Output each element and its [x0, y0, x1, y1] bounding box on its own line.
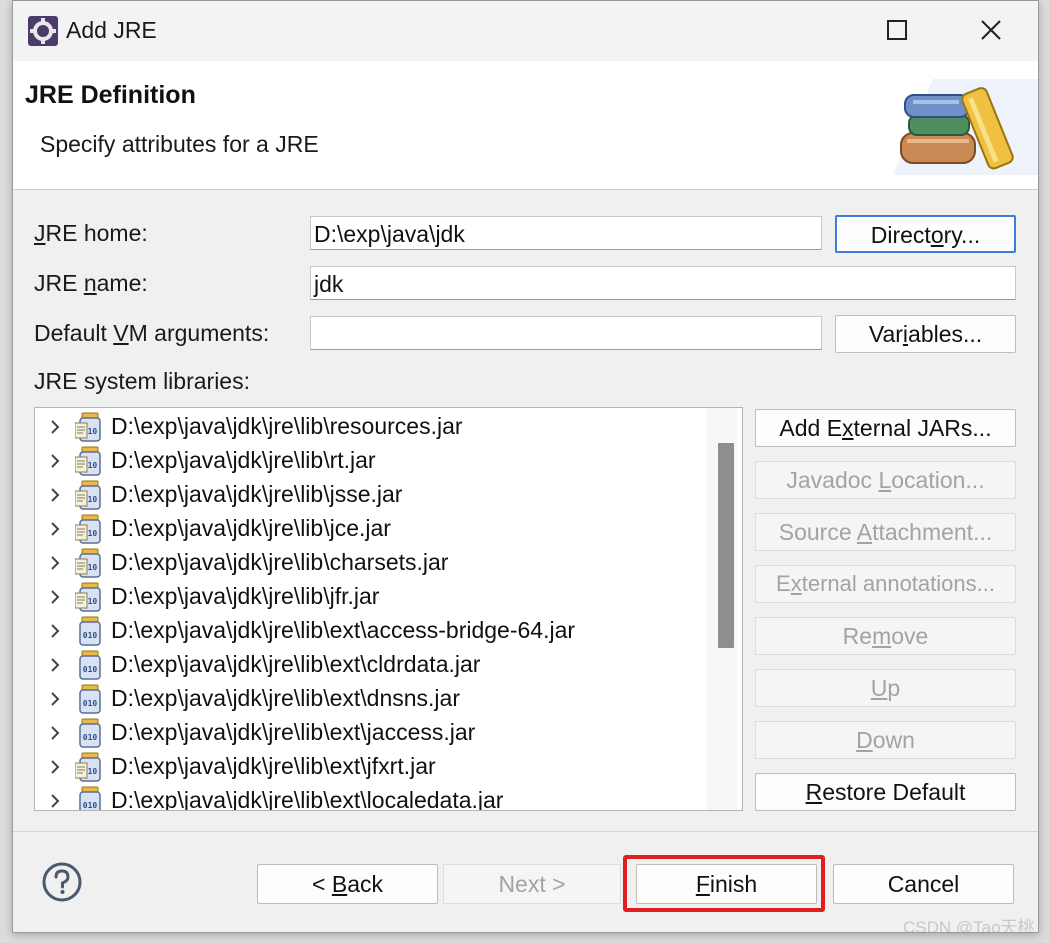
- jar-source-icon: 010: [75, 548, 101, 578]
- jre-name-input[interactable]: jdk: [310, 266, 1016, 300]
- variables-button[interactable]: Variables...: [835, 315, 1016, 353]
- help-icon[interactable]: [41, 861, 83, 903]
- svg-text:010: 010: [83, 665, 98, 674]
- javadoc-location-button[interactable]: Javadoc Location...: [755, 461, 1016, 499]
- source-attachment-button[interactable]: Source Attachment...: [755, 513, 1016, 551]
- library-row[interactable]: 010 D:\exp\java\jdk\jre\lib\charsets.jar: [35, 546, 715, 580]
- remove-button[interactable]: Remove: [755, 617, 1016, 655]
- jar-binary-icon: 010: [79, 650, 101, 680]
- library-row[interactable]: 010 D:\exp\java\jdk\jre\lib\resources.jar: [35, 410, 715, 444]
- vm-arguments-label: Default VM arguments:: [34, 320, 270, 346]
- jar-source-icon: 010: [75, 582, 101, 612]
- back-button[interactable]: < Back: [257, 864, 438, 904]
- maximize-button[interactable]: [869, 7, 925, 53]
- chevron-right-icon[interactable]: [45, 689, 65, 709]
- jar-binary-icon: 010: [79, 786, 101, 810]
- library-path: D:\exp\java\jdk\jre\lib\rt.jar: [111, 447, 376, 473]
- up-button[interactable]: Up: [755, 669, 1016, 707]
- system-libraries-label: JRE system libraries:: [34, 368, 250, 394]
- library-row[interactable]: 010 D:\exp\java\jdk\jre\lib\ext\cldrdata.…: [35, 648, 715, 682]
- chevron-right-icon[interactable]: [45, 451, 65, 471]
- vm-arguments-input[interactable]: [310, 316, 822, 350]
- chevron-right-icon[interactable]: [45, 485, 65, 505]
- chevron-right-icon[interactable]: [45, 417, 65, 437]
- watermark: CSDN @Tao天桃: [903, 918, 1035, 933]
- library-path: D:\exp\java\jdk\jre\lib\jfr.jar: [111, 583, 380, 609]
- chevron-right-icon[interactable]: [45, 757, 65, 777]
- jre-name-label: JRE name:: [34, 270, 148, 296]
- library-path: D:\exp\java\jdk\jre\lib\ext\jaccess.jar: [111, 719, 476, 745]
- chevron-right-icon[interactable]: [45, 791, 65, 811]
- library-path: D:\exp\java\jdk\jre\lib\ext\localedata.j…: [111, 787, 504, 811]
- finish-highlight-box: [623, 855, 825, 912]
- library-path: D:\exp\java\jdk\jre\lib\ext\dnsns.jar: [111, 685, 460, 711]
- add-jre-dialog: Add JRE JRE Definition Specify attribute…: [12, 0, 1039, 933]
- chevron-right-icon[interactable]: [45, 587, 65, 607]
- svg-text:010: 010: [83, 699, 98, 708]
- chevron-right-icon[interactable]: [45, 553, 65, 573]
- chevron-right-icon[interactable]: [45, 723, 65, 743]
- chevron-right-icon[interactable]: [45, 655, 65, 675]
- jar-binary-icon: 010: [79, 616, 101, 646]
- cancel-button[interactable]: Cancel: [833, 864, 1014, 904]
- svg-text:010: 010: [83, 631, 98, 640]
- chevron-right-icon[interactable]: [45, 621, 65, 641]
- external-annotations-button[interactable]: External annotations...: [755, 565, 1016, 603]
- library-row[interactable]: 010 D:\exp\java\jdk\jre\lib\jsse.jar: [35, 478, 715, 512]
- jar-source-icon: 010: [75, 412, 101, 442]
- library-path: D:\exp\java\jdk\jre\lib\ext\cldrdata.jar: [111, 651, 481, 677]
- window-title: Add JRE: [66, 17, 157, 43]
- banner-title: JRE Definition: [25, 81, 196, 109]
- down-button[interactable]: Down: [755, 721, 1016, 759]
- system-libraries-list[interactable]: 010 D:\exp\java\jdk\jre\lib\resources.jar…: [34, 407, 743, 811]
- library-row[interactable]: 010 D:\exp\java\jdk\jre\lib\jce.jar: [35, 512, 715, 546]
- jar-binary-icon: 010: [79, 684, 101, 714]
- restore-default-button[interactable]: Restore Default: [755, 773, 1016, 811]
- library-path: D:\exp\java\jdk\jre\lib\jsse.jar: [111, 481, 403, 507]
- library-path: D:\exp\java\jdk\jre\lib\ext\access-bridg…: [111, 617, 576, 643]
- next-button[interactable]: Next >: [443, 864, 621, 904]
- library-row[interactable]: 010 D:\exp\java\jdk\jre\lib\jfr.jar: [35, 580, 715, 614]
- library-row[interactable]: 010 D:\exp\java\jdk\jre\lib\ext\jaccess.j…: [35, 716, 715, 750]
- library-row[interactable]: 010 D:\exp\java\jdk\jre\lib\ext\jfxrt.jar: [35, 750, 715, 784]
- directory-button[interactable]: Directory...: [835, 215, 1016, 253]
- title-bar: Add JRE: [13, 1, 1038, 61]
- library-row[interactable]: 010 D:\exp\java\jdk\jre\lib\ext\dnsns.jar: [35, 682, 715, 716]
- jar-source-icon: 010: [75, 446, 101, 476]
- library-path: D:\exp\java\jdk\jre\lib\ext\jfxrt.jar: [111, 753, 436, 779]
- svg-text:010: 010: [83, 801, 98, 810]
- jar-binary-icon: 010: [79, 718, 101, 748]
- library-books-icon: [893, 79, 1038, 175]
- footer-separator: [13, 831, 1038, 832]
- library-row[interactable]: 010 D:\exp\java\jdk\jre\lib\ext\access-br…: [35, 614, 715, 648]
- wizard-banner: JRE Definition Specify attributes for a …: [13, 61, 1038, 190]
- library-path: D:\exp\java\jdk\jre\lib\jce.jar: [111, 515, 391, 541]
- library-path: D:\exp\java\jdk\jre\lib\resources.jar: [111, 413, 463, 439]
- jar-source-icon: 010: [75, 752, 101, 782]
- add-external-jars-button[interactable]: Add External JARs...: [755, 409, 1016, 447]
- jar-source-icon: 010: [75, 480, 101, 510]
- chevron-right-icon[interactable]: [45, 519, 65, 539]
- maximize-icon: [887, 20, 907, 40]
- libraries-scrollbar-thumb[interactable]: [718, 443, 734, 648]
- close-button[interactable]: [963, 7, 1019, 53]
- eclipse-app-icon: [28, 16, 58, 46]
- library-row[interactable]: 010 D:\exp\java\jdk\jre\lib\ext\localedat…: [35, 784, 715, 811]
- jre-home-label: JRE home:: [34, 220, 148, 246]
- svg-text:010: 010: [83, 733, 98, 742]
- jar-source-icon: 010: [75, 514, 101, 544]
- library-path: D:\exp\java\jdk\jre\lib\charsets.jar: [111, 549, 449, 575]
- library-row[interactable]: 010 D:\exp\java\jdk\jre\lib\rt.jar: [35, 444, 715, 478]
- banner-description: Specify attributes for a JRE: [40, 131, 319, 157]
- jre-home-input[interactable]: D:\exp\java\jdk: [310, 216, 822, 250]
- close-icon: [981, 20, 1001, 40]
